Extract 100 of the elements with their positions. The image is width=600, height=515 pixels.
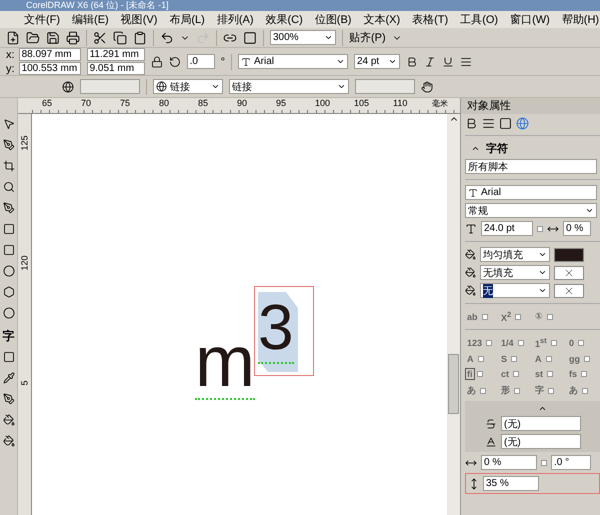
printer-icon[interactable]: [66, 30, 80, 44]
vertical-scrollbar[interactable]: [447, 114, 460, 515]
checkbox[interactable]: [482, 314, 488, 320]
font-dropdown[interactable]: Arial: [238, 54, 348, 69]
checkbox[interactable]: [511, 356, 518, 362]
checkbox[interactable]: [581, 371, 588, 377]
ellipse-icon[interactable]: [2, 265, 14, 277]
zoom-dropdown[interactable]: 300%: [270, 30, 336, 45]
fill-icon[interactable]: [2, 414, 14, 426]
angle-field[interactable]: .0 °: [551, 455, 591, 470]
menu-item[interactable]: 窗口(W): [504, 12, 556, 27]
feature-toggle[interactable]: 123: [465, 336, 484, 348]
caret-icon[interactable]: [585, 206, 594, 215]
feature-toggle[interactable]: 1/4: [499, 336, 516, 348]
checkbox[interactable]: [480, 388, 486, 394]
pointer-icon[interactable]: [2, 118, 14, 130]
fill-icon[interactable]: [465, 249, 476, 260]
y-offset-field[interactable]: 35 %: [483, 476, 539, 491]
caret-icon[interactable]: [336, 57, 345, 66]
menu-item[interactable]: 排列(A): [210, 12, 260, 27]
copy-icon[interactable]: [113, 30, 127, 44]
strikeout-field[interactable]: (无): [501, 416, 581, 431]
menu-item[interactable]: 效果(C): [260, 12, 309, 27]
fill-icon[interactable]: [465, 267, 476, 278]
crop-icon[interactable]: [2, 160, 14, 172]
checkbox[interactable]: [546, 356, 552, 362]
caret-icon[interactable]: [211, 82, 220, 91]
menu-item[interactable]: 帮助(H): [556, 12, 600, 27]
fill-dropdown[interactable]: 均匀填充: [480, 247, 550, 262]
pen-icon[interactable]: [2, 139, 14, 151]
circle-icon[interactable]: [2, 307, 14, 319]
x-field[interactable]: 88.097 mm: [18, 48, 81, 61]
save-icon[interactable]: [46, 30, 60, 44]
link-style-dropdown[interactable]: 链接: [153, 79, 223, 94]
polygon-icon[interactable]: [2, 286, 14, 298]
bold-icon[interactable]: [406, 56, 418, 68]
globe-icon[interactable]: [156, 81, 167, 92]
feature-toggle[interactable]: ab: [465, 310, 480, 322]
checkbox[interactable]: [550, 340, 557, 346]
overline-icon[interactable]: [485, 436, 497, 448]
checkbox[interactable]: [548, 388, 554, 394]
character-tab-icon[interactable]: [465, 117, 478, 130]
checkbox[interactable]: [476, 371, 482, 377]
font-field[interactable]: Arial: [465, 185, 597, 200]
checkbox[interactable]: [578, 340, 584, 346]
paste-icon[interactable]: [133, 30, 147, 44]
scroll-thumb[interactable]: [448, 354, 459, 414]
expand-icon[interactable]: [538, 404, 547, 413]
feature-toggle[interactable]: ct: [499, 368, 512, 380]
checkbox[interactable]: [515, 314, 522, 320]
font-size-icon[interactable]: [465, 222, 477, 234]
feature-toggle[interactable]: st: [533, 368, 546, 380]
feature-toggle[interactable]: 1$^{st}$: [533, 335, 549, 350]
feature-toggle[interactable]: A: [533, 353, 544, 365]
checkbox[interactable]: [478, 356, 484, 362]
checkbox[interactable]: [513, 371, 520, 377]
italic-icon[interactable]: [424, 56, 436, 68]
checkbox[interactable]: [584, 356, 590, 362]
menu-item[interactable]: 布局(L): [163, 12, 211, 27]
zoom-icon[interactable]: [2, 181, 14, 193]
paragraph-tab-icon[interactable]: [482, 117, 495, 130]
rectangle-icon[interactable]: [2, 223, 14, 235]
overline-field[interactable]: (无): [501, 434, 581, 449]
scissors-icon[interactable]: [93, 30, 107, 44]
feature-toggle[interactable]: ①: [533, 310, 545, 323]
checkbox[interactable]: [537, 226, 543, 232]
menu-item[interactable]: 位图(B): [308, 12, 358, 27]
checkbox[interactable]: [514, 388, 520, 394]
feature-toggle[interactable]: 字: [533, 383, 546, 398]
checkbox[interactable]: [547, 371, 554, 377]
link-dropdown[interactable]: 链接: [229, 79, 349, 94]
new-file-icon[interactable]: [6, 30, 20, 44]
fill-icon[interactable]: [465, 285, 476, 296]
frame-tab-icon[interactable]: [499, 117, 512, 130]
menu-item[interactable]: 文件(F): [18, 12, 66, 27]
color-swatch[interactable]: [554, 284, 584, 298]
fill-dropdown[interactable]: 无填充: [480, 265, 550, 280]
checkbox[interactable]: [541, 460, 547, 466]
underline-icon[interactable]: [442, 56, 454, 68]
bucket-icon[interactable]: [2, 435, 14, 447]
strikethrough-icon[interactable]: [485, 418, 497, 430]
feature-toggle[interactable]: fi: [465, 368, 474, 380]
color-swatch[interactable]: [554, 248, 584, 262]
dropper-icon[interactable]: [2, 372, 14, 384]
kerning-field[interactable]: 0 %: [563, 221, 591, 236]
size-field[interactable]: 24.0 pt: [481, 221, 533, 236]
feature-toggle[interactable]: 0: [567, 336, 576, 348]
caret-icon[interactable]: [324, 33, 333, 42]
feature-toggle[interactable]: A: [465, 353, 476, 365]
width-field[interactable]: 11.291 mm: [86, 48, 145, 61]
feature-toggle[interactable]: S: [499, 353, 510, 365]
align-icon[interactable]: [460, 56, 472, 68]
text-tool[interactable]: 字: [2, 328, 14, 345]
menu-item[interactable]: 文本(X): [357, 12, 406, 27]
feature-toggle[interactable]: X$^{2}$: [499, 309, 514, 324]
outline-pen-icon[interactable]: [2, 393, 14, 405]
hand-icon[interactable]: [421, 80, 433, 92]
feature-toggle[interactable]: fs: [567, 368, 580, 380]
script-field[interactable]: 所有脚本: [465, 159, 597, 174]
globe-icon[interactable]: [62, 80, 74, 92]
